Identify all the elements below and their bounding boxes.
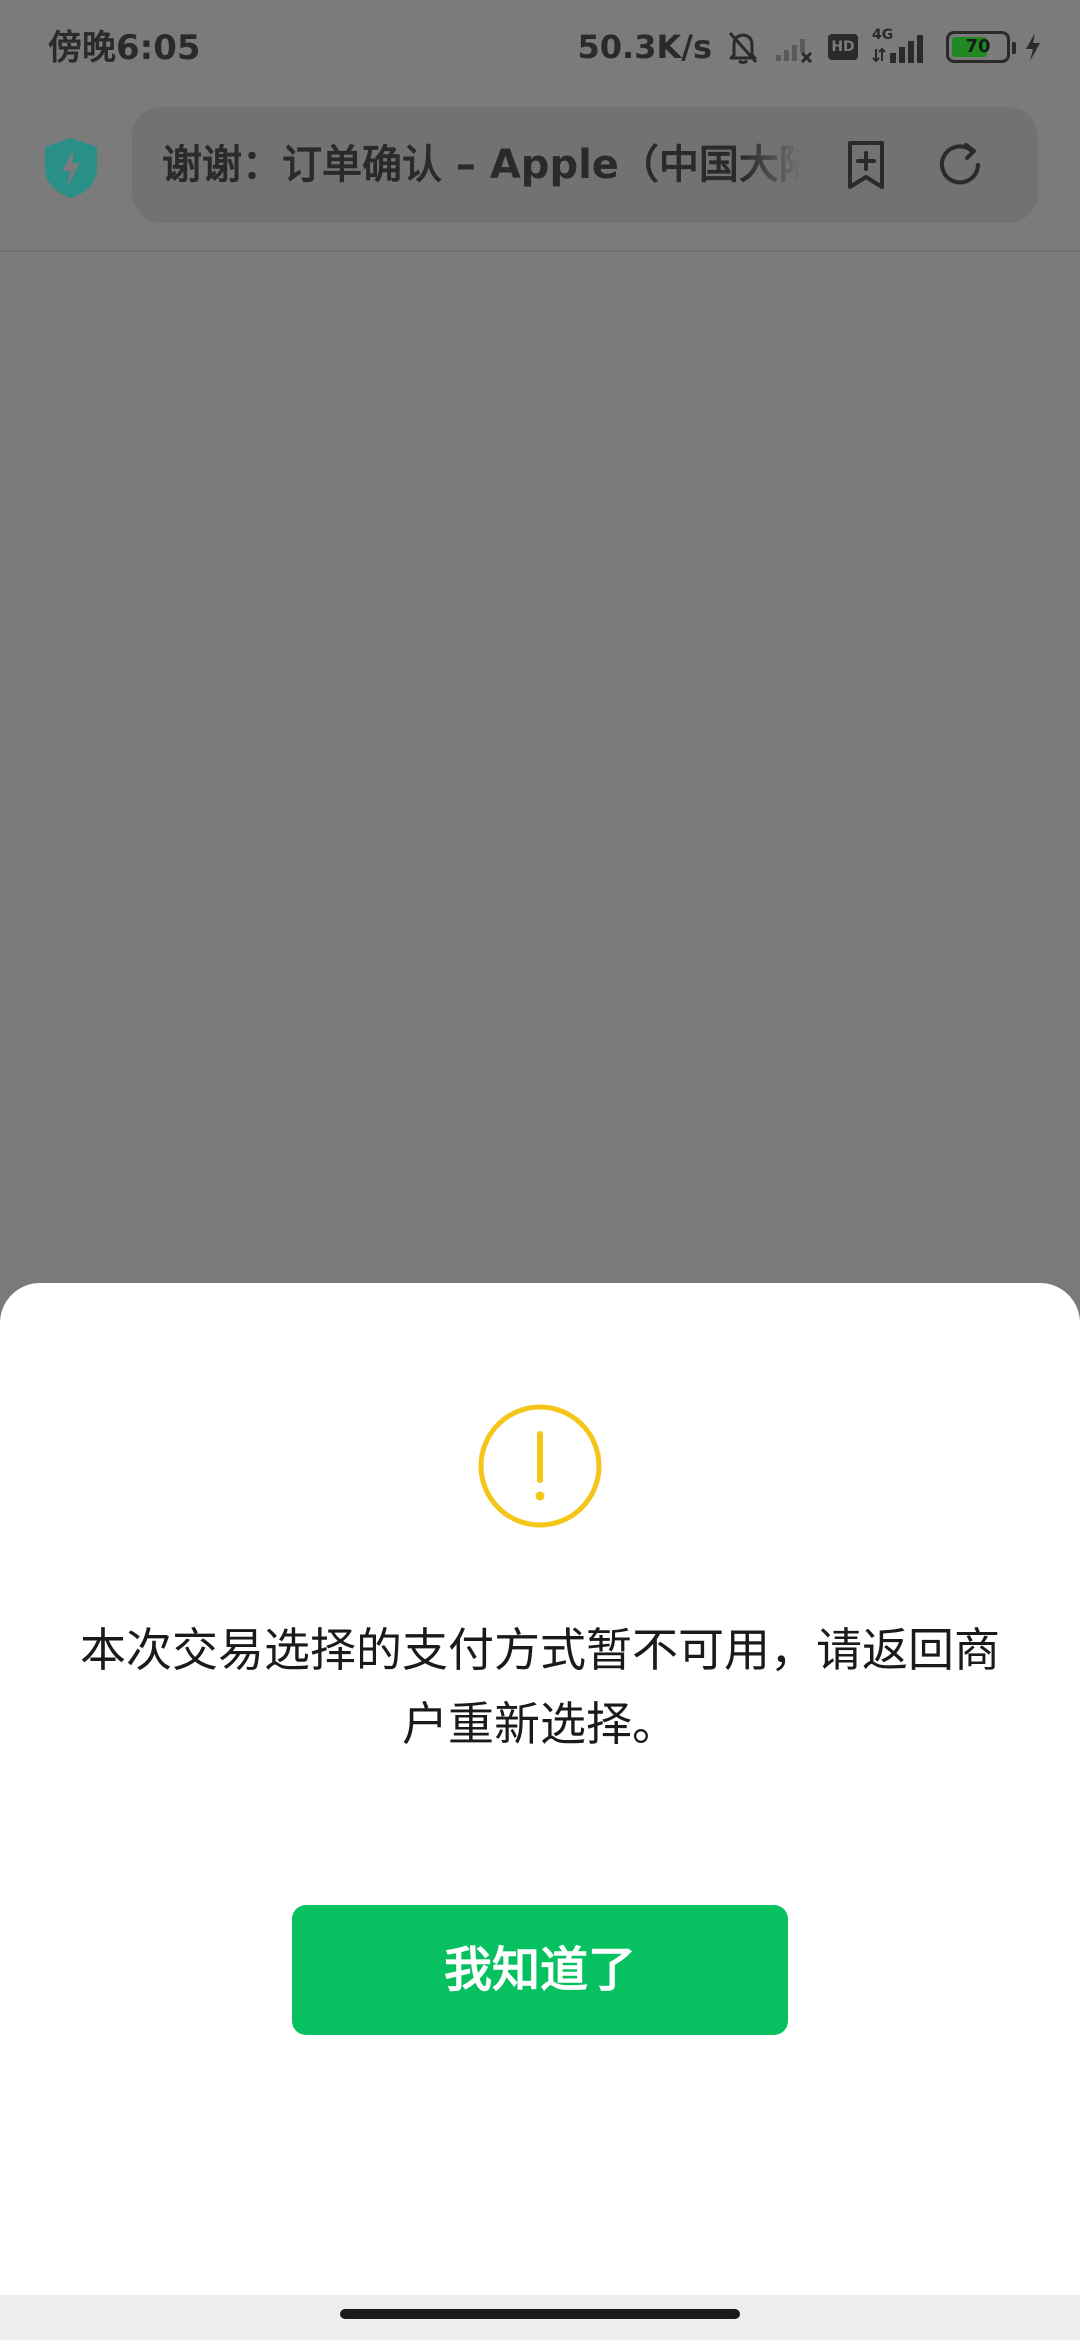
status-time: 傍晚6:05: [48, 28, 201, 68]
payment-error-sheet: 本次交易选择的支付方式暂不可用，请返回商户重新选择。 我知道了: [0, 1283, 1080, 2295]
network-speed: 50.3K/s: [577, 28, 712, 66]
battery-percent: 70: [965, 36, 991, 57]
signal-empty-icon: [774, 31, 814, 63]
hd-icon: HD: [828, 34, 858, 60]
browser-toolbar: 谢谢：订单确认 – Apple（中国大陆: [0, 95, 1080, 252]
bell-muted-icon: [726, 29, 760, 65]
address-bar[interactable]: 谢谢：订单确认 – Apple（中国大陆: [132, 107, 1038, 223]
confirm-button[interactable]: 我知道了: [292, 1905, 788, 2035]
error-message: 本次交易选择的支付方式暂不可用，请返回商户重新选择。: [80, 1623, 1000, 1751]
status-bar: 傍晚6:05 50.3K/s HD 4G 70: [0, 0, 1080, 95]
status-indicators: 50.3K/s HD 4G 70: [578, 22, 1042, 72]
refresh-icon[interactable]: [932, 137, 988, 193]
warning-icon: [476, 1402, 604, 1530]
signal-4g-icon: 4G: [872, 27, 932, 67]
screen: 傍晚6:05 50.3K/s HD 4G 70 谢谢：订单确认 – Apple（…: [0, 0, 1080, 2340]
charging-icon: [1024, 32, 1042, 62]
shield-icon[interactable]: [40, 135, 102, 201]
battery-icon: 70: [946, 31, 1016, 63]
page-title[interactable]: 谢谢：订单确认 – Apple（中国大陆: [162, 133, 802, 197]
bookmark-add-icon[interactable]: [838, 137, 894, 193]
home-indicator[interactable]: [340, 2309, 740, 2319]
gesture-navigation-bar: [0, 2295, 1080, 2340]
